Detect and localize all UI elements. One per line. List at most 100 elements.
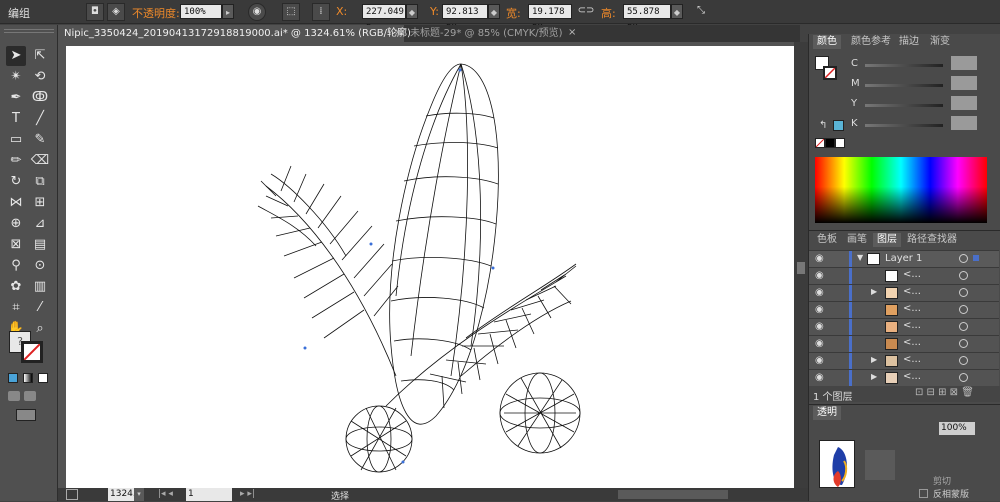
eraser-icon[interactable]: ⌫ <box>30 151 50 171</box>
layer-actions-icon[interactable]: ⊡ ⊟ ⊞ ⊠ 🗑 <box>915 387 974 398</box>
eye-icon[interactable]: ◉ <box>815 270 824 281</box>
screen-mode-icon[interactable] <box>16 409 36 421</box>
target-icon[interactable] <box>959 339 968 348</box>
artboard-icon[interactable]: ⌗ <box>6 298 26 318</box>
align-icon[interactable]: ⬚ <box>282 3 300 21</box>
layer-row[interactable]: ◉ ▼ Layer 1 <box>809 250 999 268</box>
eyedropper-icon[interactable]: ⚲ <box>6 256 26 276</box>
fill-stroke-swatches[interactable]: ? <box>7 327 51 367</box>
tab-stroke[interactable]: 描边 <box>895 35 923 49</box>
scale-icon[interactable]: ⧉ <box>30 172 50 192</box>
page-field[interactable]: 1 <box>186 488 232 501</box>
blend-icon[interactable]: ⊙ <box>30 256 50 276</box>
eye-icon[interactable]: ◉ <box>815 355 824 366</box>
gradient-mode-icon[interactable] <box>23 373 33 383</box>
target-icon[interactable] <box>959 288 968 297</box>
sublayer-row[interactable]: ◉ <... <box>809 335 999 353</box>
mesh-icon[interactable]: ⊠ <box>6 235 26 255</box>
rectangle-icon[interactable]: ▭ <box>6 130 26 150</box>
target-icon[interactable] <box>959 322 968 331</box>
color-spectrum[interactable] <box>815 157 987 223</box>
expand-icon[interactable]: ▼ <box>857 253 863 262</box>
type-icon[interactable]: T <box>6 109 26 129</box>
color-fill-stroke[interactable] <box>815 56 837 82</box>
expand-icon[interactable]: ▶ <box>871 355 877 364</box>
magic-wand-icon[interactable]: ✴ <box>6 67 26 87</box>
recolor-button[interactable]: ◈ <box>107 3 125 21</box>
channel-c-field[interactable] <box>951 56 977 70</box>
pen-icon[interactable]: ✒ <box>6 88 26 108</box>
channel-y-field[interactable] <box>951 96 977 110</box>
line-icon[interactable]: ╱ <box>30 109 50 129</box>
sublayer-name[interactable]: <... <box>903 320 921 331</box>
sublayer-row[interactable]: ◉ ▶ <... <box>809 352 999 370</box>
target-icon[interactable] <box>959 373 968 382</box>
mask-thumbnail[interactable] <box>865 450 895 480</box>
tab-color[interactable]: 颜色 <box>813 35 841 49</box>
sublayer-name[interactable]: <... <box>903 303 921 314</box>
shape-builder-icon[interactable]: ⊕ <box>6 214 26 234</box>
zoom-field[interactable]: 1324.6 <box>108 488 142 501</box>
tools-grip[interactable] <box>4 29 54 33</box>
transparency-opacity-field[interactable]: 100% <box>939 422 975 435</box>
tab-color-guide[interactable]: 颜色参考 <box>847 35 895 49</box>
x-stepper-icon[interactable]: ◆ <box>406 4 418 19</box>
y-field[interactable]: 92.813 px <box>442 4 488 32</box>
outline-artwork[interactable] <box>66 46 794 488</box>
expand-icon[interactable]: ▶ <box>871 372 877 381</box>
expand-icon[interactable]: ▶ <box>871 287 877 296</box>
sublayer-name[interactable]: <... <box>903 354 921 365</box>
height-field[interactable]: 55.878 px <box>623 4 671 32</box>
eye-icon[interactable]: ◉ <box>815 304 824 315</box>
scroll-thumb[interactable] <box>797 262 805 274</box>
selection-tool-icon[interactable]: ➤ <box>6 46 26 66</box>
channel-k-slider[interactable] <box>865 124 943 127</box>
none-mode-icon[interactable] <box>38 373 48 383</box>
vertical-scrollbar[interactable] <box>794 42 808 488</box>
brush-icon[interactable]: ✎ <box>30 130 50 150</box>
artboard-nav-icon[interactable] <box>66 489 78 500</box>
tab-layers[interactable]: 图层 <box>873 233 901 247</box>
sublayer-name[interactable]: <... <box>903 337 921 348</box>
channel-c-slider[interactable] <box>865 64 943 67</box>
channel-k-field[interactable] <box>951 116 977 130</box>
artboard[interactable] <box>66 46 794 488</box>
sublayer-row[interactable]: ◉ <... <box>809 318 999 336</box>
tab-pathfinder[interactable]: 路径查找器 <box>903 233 961 247</box>
zoom-dropdown-icon[interactable]: ▾ <box>134 488 144 501</box>
sublayer-row[interactable]: ◉ ▶ <... <box>809 369 999 387</box>
black-swatch[interactable] <box>825 138 835 148</box>
target-icon[interactable] <box>959 356 968 365</box>
transform-each-icon[interactable]: ⤡ <box>692 3 710 21</box>
pencil-icon[interactable]: ✏ <box>6 151 26 171</box>
free-transform-icon[interactable]: ⊞ <box>30 193 50 213</box>
color-mode-icon[interactable] <box>8 373 18 383</box>
tab-gradient[interactable]: 渐变 <box>926 35 954 49</box>
tab-swatches[interactable]: 色板 <box>813 233 841 247</box>
link-icon[interactable]: ⊂⊃ <box>577 3 595 21</box>
channel-m-field[interactable] <box>951 76 977 90</box>
layer-name[interactable]: Layer 1 <box>885 253 922 264</box>
close-icon[interactable]: × <box>394 27 402 38</box>
sublayer-name[interactable]: <... <box>903 286 921 297</box>
opacity-field[interactable]: 100% <box>180 4 222 19</box>
canvas-area[interactable] <box>58 42 794 488</box>
eye-icon[interactable]: ◉ <box>815 338 824 349</box>
width-field[interactable]: 19.178 px <box>528 4 572 32</box>
width-tool-icon[interactable]: ⋈ <box>6 193 26 213</box>
none-swatch[interactable] <box>815 138 825 148</box>
invert-mask-checkbox[interactable] <box>919 489 928 498</box>
sublayer-row[interactable]: ◉ <... <box>809 267 999 285</box>
sublayer-name[interactable]: <... <box>903 269 921 280</box>
out-of-gamut-icon[interactable]: ↰ <box>819 120 827 131</box>
eye-icon[interactable]: ◉ <box>815 321 824 332</box>
first-page-icon[interactable]: |◂ ◂ <box>158 489 173 499</box>
graph-icon[interactable]: ▥ <box>30 277 50 297</box>
opacity-dropdown-icon[interactable]: ▸ <box>222 4 234 19</box>
sublayer-name[interactable]: <... <box>903 371 921 382</box>
curvature-icon[interactable]: ↂ <box>30 88 50 108</box>
height-stepper-icon[interactable]: ◆ <box>671 4 683 19</box>
isolate-group-button[interactable]: ◘ <box>86 3 104 21</box>
close-icon[interactable]: × <box>568 27 576 38</box>
tab-transparency[interactable]: 透明 <box>813 406 841 420</box>
